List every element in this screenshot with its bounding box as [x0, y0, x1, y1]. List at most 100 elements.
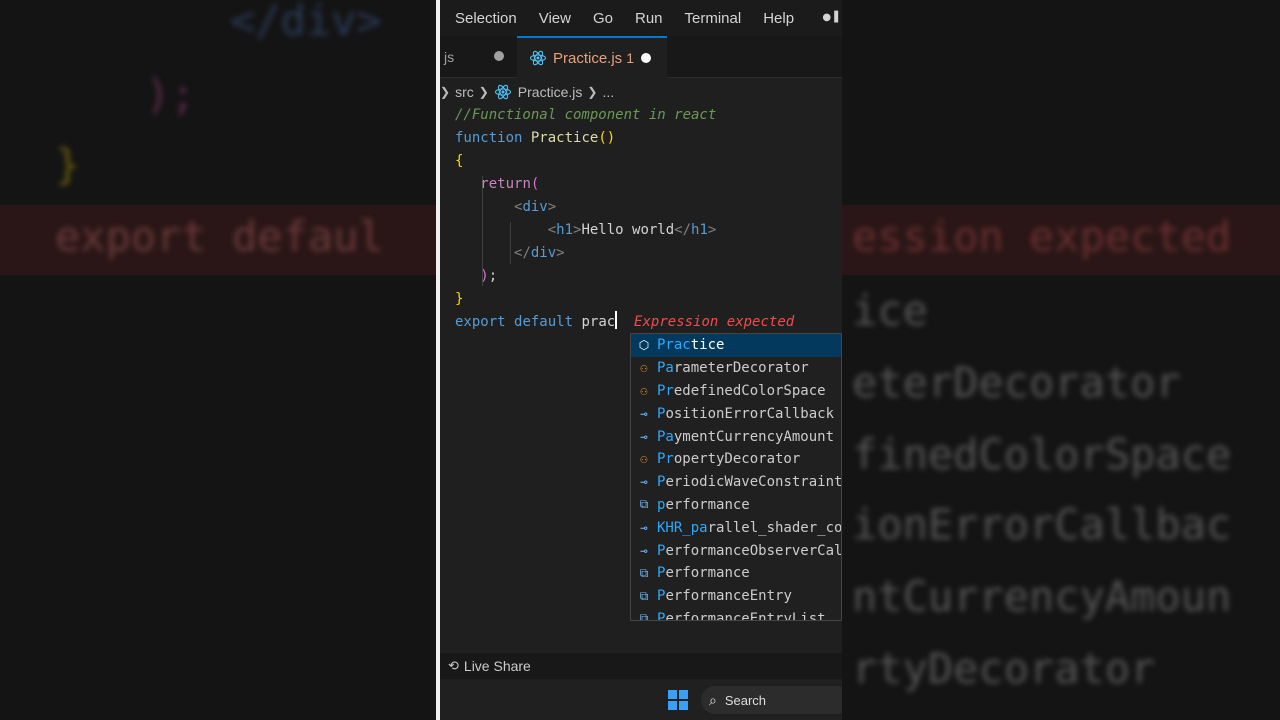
parens: () — [598, 130, 616, 146]
suggestion-match: P — [657, 565, 666, 582]
windows-start-icon[interactable] — [668, 690, 688, 710]
tab-bar: js Practice.js 1 — [440, 36, 842, 78]
tab-practice-js[interactable]: Practice.js 1 — [517, 36, 667, 78]
suggestion-item[interactable]: ⧉ Performance — [631, 562, 841, 585]
bg-line: rtyDecorator — [852, 644, 1156, 693]
suggestion-rest: eriodicWaveConstraints — [665, 474, 842, 491]
react-icon — [529, 50, 547, 66]
live-share-button[interactable]: Live Share — [464, 658, 531, 674]
taskbar-search-label: Search — [724, 692, 767, 708]
suggestion-rest: edefinedColorSpace — [673, 382, 826, 399]
text-cursor — [615, 311, 618, 329]
breadcrumb-more[interactable]: ... — [602, 84, 614, 100]
bg-line: export defaul — [55, 212, 384, 261]
menu-view[interactable]: View — [539, 10, 571, 27]
paren: ( — [530, 176, 540, 192]
menu-go[interactable]: Go — [593, 10, 613, 27]
search-icon: ⌕ — [709, 691, 717, 708]
function-name: Practice — [530, 130, 599, 146]
suggestion-match: P — [657, 474, 666, 491]
suggestion-item[interactable]: ⊸ PeriodicWaveConstraints — [631, 471, 841, 494]
menu-help[interactable]: Help — [763, 10, 794, 27]
suggestion-item[interactable]: ⊸ Pa ymentCurrencyAmount — [631, 425, 841, 448]
suggestion-match: KHR_pa — [657, 519, 708, 536]
interface-icon: ⊸ — [640, 520, 648, 535]
code-line: <h1>Hello world</h1> — [455, 219, 794, 242]
taskbar-search[interactable]: ⌕ Search — [701, 686, 842, 714]
semicolon: ; — [488, 268, 498, 284]
bg-line: ); — [145, 70, 196, 119]
suggestion-item[interactable]: ⧉ p erformance — [631, 494, 841, 517]
autocomplete-suggestions: ⬡ Prac tice ⚇ Pa rameterDecorator ⚇ Pr edefinedC… — [630, 333, 842, 621]
bg-line: ession expected — [852, 212, 1232, 261]
menu-terminal[interactable]: Terminal — [685, 10, 742, 27]
jsx-tag: div — [530, 245, 557, 261]
suggestion-match: Pa — [657, 428, 674, 445]
background-right-blurred: ession expected ice eterDecorator finedC… — [842, 0, 1280, 720]
suggestion-match: p — [657, 496, 666, 513]
component-icon: ⬡ — [638, 338, 650, 353]
menu-selection[interactable]: Selection — [455, 10, 517, 27]
suggestion-rest: rallel_shader_compile — [707, 519, 842, 536]
suggestion-rest: rameterDecorator — [673, 360, 809, 377]
breadcrumb-file[interactable]: Practice.js — [518, 84, 583, 100]
suggestion-rest: opertyDecorator — [673, 451, 801, 468]
windows-taskbar: ⌕ Search — [440, 680, 842, 720]
menu-run[interactable]: Run — [635, 10, 663, 27]
class-icon: ⚇ — [640, 383, 648, 398]
code-line: { — [455, 150, 794, 173]
error-lens-message: Expression expected — [634, 314, 795, 330]
suggestion-match: P — [657, 588, 666, 605]
jsx-tag: h1 — [691, 222, 708, 238]
variable-icon: ⧉ — [639, 497, 649, 512]
jsx-bracket: > — [707, 222, 717, 238]
background-left-blurred: </div> ); } export defaul — [0, 0, 438, 720]
interface-icon: ⊸ — [640, 543, 648, 558]
keyword: function — [455, 130, 523, 146]
code-line: return( — [455, 173, 794, 196]
suggestion-rest: erformanceObserverCallback — [665, 542, 842, 559]
menu-bar: Selection View Go Run Terminal Help ● ▌ — [440, 0, 842, 36]
suggestion-item[interactable]: ⚇ Pr edefinedColorSpace — [631, 380, 841, 403]
typed-text: prac — [581, 314, 616, 330]
suggestion-match: P — [657, 542, 666, 559]
jsx-text: Hello world — [581, 222, 675, 238]
chevron-right-icon: ❯ — [587, 85, 598, 99]
code-line-current: export default prac Expression expected — [455, 311, 794, 334]
interface-icon: ⊸ — [640, 429, 648, 444]
code-line: <div> — [455, 196, 794, 219]
suggestion-rest: tice — [690, 337, 725, 354]
vscode-editor-window: Selection View Go Run Terminal Help ● ▌ … — [440, 0, 842, 720]
suggestion-item[interactable]: ⬡ Prac tice — [631, 334, 841, 357]
suggestion-item[interactable]: ⚇ Pr opertyDecorator — [631, 448, 841, 471]
suggestion-item[interactable]: ⚇ Pa rameterDecorator — [631, 357, 841, 380]
suggestion-item[interactable]: ⊸ KHR_parallel_shader_compile — [631, 516, 841, 539]
chevron-right-icon: ❯ — [440, 85, 451, 99]
suggestion-rest: erformanceEntry — [665, 588, 792, 605]
suggestion-match: Prac — [657, 337, 691, 354]
variable-icon: ⧉ — [639, 611, 649, 621]
tab-previous-file[interactable]: js — [440, 36, 516, 78]
keyword: export — [455, 314, 506, 330]
bg-line: ionErrorCallbac — [852, 500, 1232, 549]
jsx-bracket: </ — [514, 245, 531, 261]
status-bar: ⟲ Live Share — [440, 653, 842, 679]
suggestion-item[interactable]: ⊸ PerformanceObserverCallback — [631, 539, 841, 562]
suggestion-item[interactable]: ⊸ PositionErrorCallback — [631, 402, 841, 425]
chevron-right-icon: ❯ — [478, 85, 489, 99]
more-dot-icon: ● ▌ — [822, 12, 842, 23]
tab-label: Practice.js — [553, 49, 623, 67]
suggestion-item[interactable]: ⧉ PerformanceEntry — [631, 585, 841, 608]
suggestion-item[interactable]: ⧉ PerformanceEntryList — [631, 608, 841, 621]
suggestion-match: P — [657, 610, 666, 621]
code-area[interactable]: //Functional component in react function… — [455, 104, 794, 334]
keyword: default — [514, 314, 574, 330]
suggestion-match: P — [657, 405, 666, 422]
breadcrumb-folder[interactable]: src — [455, 84, 474, 100]
suggestion-rest: erformance — [665, 496, 750, 513]
variable-icon: ⧉ — [639, 588, 649, 603]
suggestion-rest: erformance — [665, 565, 750, 582]
unsaved-dot-icon[interactable] — [641, 53, 651, 63]
interface-icon: ⊸ — [640, 475, 648, 490]
suggestion-match: Pr — [657, 451, 674, 468]
